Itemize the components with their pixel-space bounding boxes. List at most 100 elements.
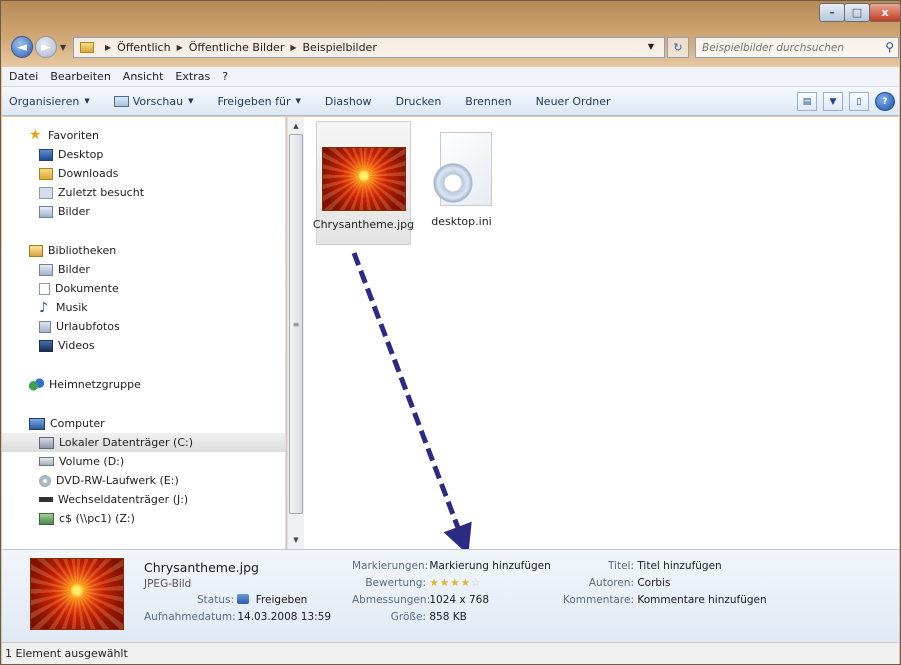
change-view-button[interactable]: ▤	[797, 92, 817, 111]
chevron-right-icon[interactable]: ▶	[290, 43, 296, 52]
search-box[interactable]: ⚲	[695, 37, 899, 58]
nav-item-pictures[interactable]: Bilder	[2, 202, 285, 221]
nav-item-label: Videos	[58, 339, 95, 352]
print-button[interactable]: Drucken	[396, 95, 442, 108]
desktop-icon	[39, 148, 53, 161]
refresh-button[interactable]: ↻	[667, 37, 689, 58]
scroll-down-arrow[interactable]: ▼	[288, 532, 304, 548]
library-icon	[39, 320, 51, 333]
shared-users-icon	[237, 594, 250, 604]
maximize-button[interactable]: □	[844, 3, 870, 22]
menu-edit[interactable]: Bearbeiten	[50, 70, 110, 83]
dvd-drive-icon	[39, 474, 51, 487]
nav-item-lib-vacation[interactable]: Urlaubfotos	[2, 317, 285, 336]
folder-icon	[80, 42, 94, 53]
nav-item-desktop[interactable]: Desktop	[2, 145, 285, 164]
details-date-label: Aufnahmedatum:	[144, 611, 236, 623]
view-options-dropdown[interactable]: ▼	[823, 92, 843, 111]
search-icon[interactable]: ⚲	[885, 40, 894, 54]
details-tags-label: Markierungen:	[352, 560, 429, 572]
nav-item-label: Wechseldatenträger (J:)	[58, 493, 189, 506]
nav-item-drive-e[interactable]: DVD-RW-Laufwerk (E:)	[2, 471, 285, 490]
nav-item-lib-documents[interactable]: Dokumente	[2, 279, 285, 298]
nav-item-label: Urlaubfotos	[56, 320, 120, 333]
nav-item-lib-videos[interactable]: Videos	[2, 336, 285, 355]
removable-drive-icon	[39, 497, 53, 502]
details-dims-label: Abmessungen:	[352, 594, 431, 606]
burn-button[interactable]: Brennen	[465, 95, 511, 108]
help-button[interactable]: ?	[875, 92, 895, 111]
details-rating: Bewertung: ★★★★☆	[352, 577, 481, 589]
scroll-up-arrow[interactable]: ▲	[288, 118, 304, 134]
details-title-value[interactable]: Titel hinzufügen	[637, 560, 721, 572]
nav-item-label: Downloads	[58, 167, 119, 180]
nav-item-recent[interactable]: Zuletzt besucht	[2, 183, 285, 202]
nav-libraries-label: Bibliotheken	[48, 244, 117, 257]
nav-item-drive-c[interactable]: Lokaler Datenträger (C:)	[2, 433, 285, 452]
nav-item-lib-music[interactable]: ♪ Musik	[2, 298, 285, 317]
organize-button[interactable]: Organisieren ▼	[9, 95, 90, 108]
close-button[interactable]: x	[869, 3, 901, 22]
minimize-button[interactable]: –	[819, 3, 845, 22]
nav-computer[interactable]: Computer	[2, 414, 285, 433]
network-drive-icon	[39, 512, 54, 525]
details-title: Titel: Titel hinzufügen	[562, 560, 722, 572]
nav-item-label: Desktop	[58, 148, 104, 161]
slideshow-button[interactable]: Diashow	[325, 95, 372, 108]
details-comments-label: Kommentare:	[563, 594, 634, 606]
nav-item-downloads[interactable]: Downloads	[2, 164, 285, 183]
scroll-thumb[interactable]: ≡	[289, 134, 303, 514]
recent-pages-dropdown[interactable]: ▼	[60, 43, 66, 52]
chevron-down-icon: ▼	[829, 96, 837, 107]
nav-item-lib-pictures[interactable]: Bilder	[2, 260, 285, 279]
menu-help[interactable]: ?	[222, 70, 228, 83]
star-icon[interactable]: ★	[461, 577, 471, 589]
preview-pane-button[interactable]: ▯	[849, 92, 869, 111]
star-icon[interactable]: ★	[450, 577, 460, 589]
share-label: Freigeben für	[217, 94, 291, 108]
star-outline-icon[interactable]: ☆	[471, 577, 481, 589]
details-size: Größe: 858 KB	[352, 611, 467, 623]
chevron-down-icon: ▼	[84, 97, 90, 105]
menu-view[interactable]: Ansicht	[123, 70, 164, 83]
breadcrumb-public-pictures[interactable]: Öffentliche Bilder	[189, 41, 285, 54]
nav-favorites[interactable]: ★ Favoriten	[2, 126, 285, 145]
share-button[interactable]: Freigeben für ▼	[218, 95, 301, 108]
star-icon[interactable]: ★	[440, 577, 450, 589]
star-icon[interactable]: ★	[429, 577, 439, 589]
breadcrumb-sample-pictures[interactable]: Beispielbilder	[303, 41, 377, 54]
forward-button[interactable]: ►	[35, 36, 57, 58]
details-tags-value[interactable]: Markierung hinzufügen	[429, 560, 550, 572]
music-icon: ♪	[39, 299, 48, 316]
details-thumbnail	[30, 558, 124, 630]
menu-file[interactable]: Datei	[9, 70, 38, 83]
status-text: 1 Element ausgewählt	[5, 647, 128, 660]
search-input[interactable]	[696, 38, 876, 57]
nav-item-drive-z[interactable]: c$ (\\pc1) (Z:)	[2, 509, 285, 528]
pictures-icon	[39, 263, 53, 276]
breadcrumb-public[interactable]: Öffentlich	[117, 41, 170, 54]
details-tags: Markierungen: Markierung hinzufügen	[352, 560, 551, 572]
address-bar[interactable]: ▶ Öffentlich ▶ Öffentliche Bilder ▶ Beis…	[73, 37, 665, 58]
new-folder-button[interactable]: Neuer Ordner	[536, 95, 611, 108]
details-comments-value[interactable]: Kommentare hinzufügen	[637, 594, 766, 606]
star-icon: ★	[29, 126, 42, 143]
details-file-type: JPEG-Bild	[144, 578, 192, 590]
menu-tools[interactable]: Extras	[175, 70, 210, 83]
chevron-right-icon[interactable]: ▶	[105, 43, 111, 52]
drive-icon	[39, 457, 54, 466]
details-rating-label: Bewertung:	[365, 577, 426, 589]
nav-homegroup[interactable]: Heimnetzgruppe	[2, 375, 285, 394]
nav-scrollbar[interactable]: ▲ ≡ ▼	[287, 117, 304, 549]
nav-libraries[interactable]: Bibliotheken	[2, 241, 285, 260]
details-authors-value[interactable]: Corbis	[637, 577, 670, 589]
file-list: Chrysantheme.jpg desktop.ini	[304, 117, 899, 549]
chevron-right-icon[interactable]: ▶	[177, 43, 183, 52]
rating-stars[interactable]: ★★★★☆	[429, 577, 481, 589]
preview-button[interactable]: Vorschau ▼	[113, 95, 194, 108]
nav-item-drive-d[interactable]: Volume (D:)	[2, 452, 285, 471]
chevron-down-icon[interactable]: ▼	[648, 42, 654, 51]
details-dims-value: 1024 x 768	[429, 594, 489, 606]
back-button[interactable]: ◄	[11, 36, 33, 58]
nav-item-drive-j[interactable]: Wechseldatenträger (J:)	[2, 490, 285, 509]
